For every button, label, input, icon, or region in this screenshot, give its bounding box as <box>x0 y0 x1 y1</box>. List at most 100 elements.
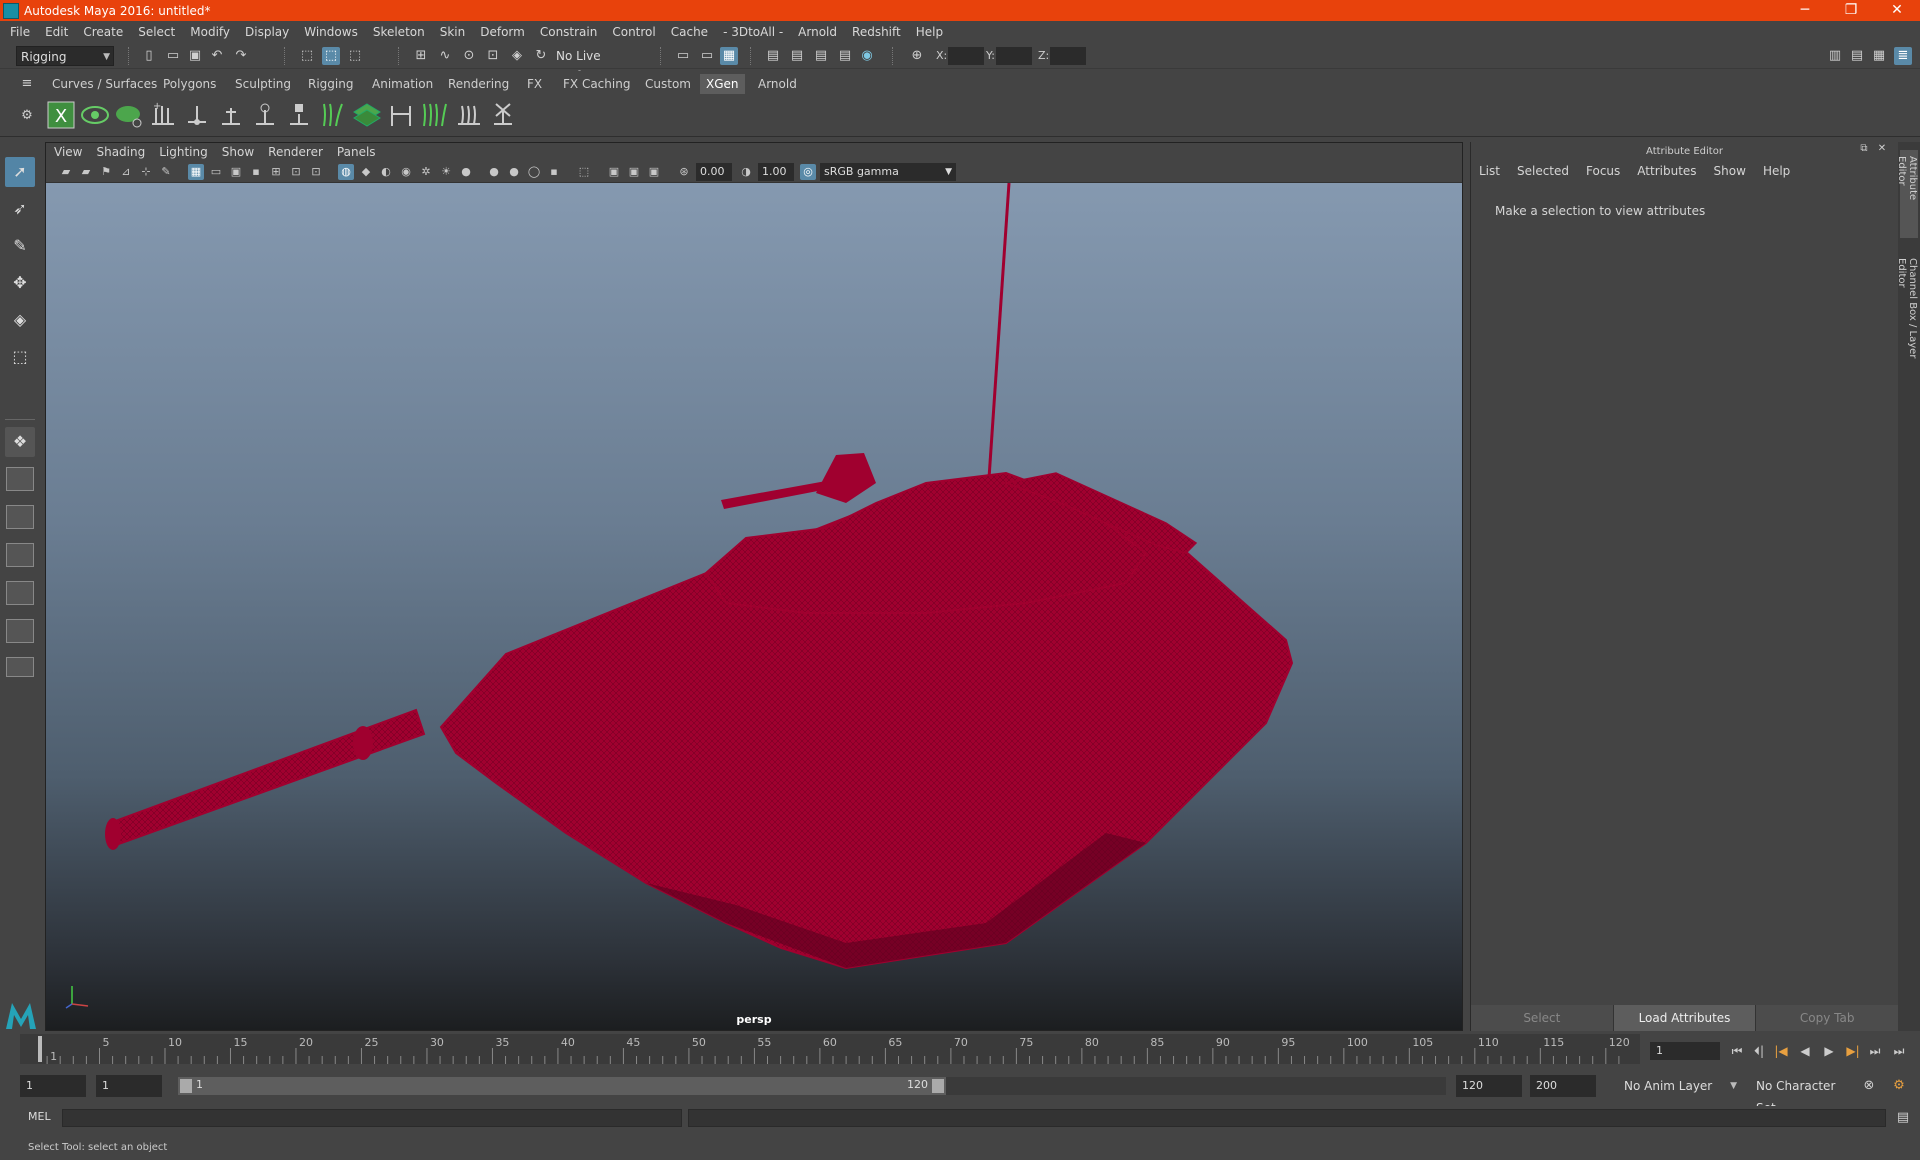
xray-components-icon[interactable]: ▣ <box>646 164 662 180</box>
xgen-comb-icon[interactable] <box>454 100 484 130</box>
menu-file[interactable]: File <box>10 25 30 39</box>
viewport-menu-shading[interactable]: Shading <box>96 145 145 159</box>
scene-end-field[interactable]: 200 <box>1530 1075 1596 1097</box>
graph-layout-icon[interactable] <box>6 581 34 605</box>
attribute-editor-toggle-icon[interactable]: ▤ <box>1848 47 1866 65</box>
menu-constrain[interactable]: Constrain <box>540 25 598 39</box>
move-tool-icon[interactable]: ✥ <box>5 268 35 298</box>
input-ops-icon[interactable]: ▭ <box>674 47 692 65</box>
menu-control[interactable]: Control <box>612 25 655 39</box>
shelf-menu-icon[interactable]: ≡ <box>18 75 36 93</box>
xgen-lock-guides-icon[interactable] <box>284 100 314 130</box>
tab-sculpting[interactable]: Sculpting <box>229 74 297 94</box>
xgen-delete-guides-icon[interactable] <box>488 100 518 130</box>
scene-start-field[interactable]: 1 <box>20 1075 86 1097</box>
rotate-tool-icon[interactable]: ◈ <box>5 305 35 335</box>
two-d-pan-icon[interactable]: ⊹ <box>138 164 154 180</box>
live-surface-field[interactable]: No Live Surface <box>552 46 644 83</box>
ae-menu-list[interactable]: List <box>1479 164 1500 178</box>
menu-skeleton[interactable]: Skeleton <box>373 25 425 39</box>
xgen-create-description-icon[interactable] <box>114 100 144 130</box>
menu-set-dropdown[interactable]: Rigging ▼ <box>16 46 114 66</box>
current-time-marker[interactable] <box>38 1036 42 1062</box>
menu-arnold[interactable]: Arnold <box>798 25 837 39</box>
ae-menu-focus[interactable]: Focus <box>1586 164 1620 178</box>
tab-fx-caching[interactable]: FX Caching <box>557 74 636 94</box>
xgen-sculpt-guides-icon[interactable] <box>216 100 246 130</box>
scale-tool-icon[interactable]: ⬚ <box>5 342 35 372</box>
color-management-icon[interactable]: ◎ <box>800 164 816 180</box>
tab-rigging[interactable]: Rigging <box>302 74 359 94</box>
menu-create[interactable]: Create <box>83 25 123 39</box>
menu-display[interactable]: Display <box>245 25 289 39</box>
snap-surface-icon[interactable]: ◈ <box>508 47 526 65</box>
field-chart-icon[interactable]: ⊞ <box>268 164 284 180</box>
color-space-dropdown[interactable]: sRGB gamma ▼ <box>820 163 956 181</box>
grease-pencil-icon[interactable]: ✎ <box>158 164 174 180</box>
ipr-render-icon[interactable]: ▤ <box>788 47 806 65</box>
menu-modify[interactable]: Modify <box>190 25 230 39</box>
xgen-preview-icon[interactable] <box>80 100 110 130</box>
wireframe-icon[interactable]: ◍ <box>338 164 354 180</box>
go-to-start-icon[interactable]: ⏮ <box>1728 1042 1746 1060</box>
resolution-gate-icon[interactable]: ▣ <box>228 164 244 180</box>
snap-grid-icon[interactable]: ⊞ <box>412 47 430 65</box>
viewport-menu-lighting[interactable]: Lighting <box>159 145 208 159</box>
snap-live-icon[interactable]: ↻ <box>532 47 550 65</box>
snap-point-icon[interactable]: ⊙ <box>460 47 478 65</box>
channel-box-toggle-icon[interactable]: ≣ <box>1894 47 1912 65</box>
time-slider[interactable]: 1 5 10 15 20 25 30 35 40 45 50 55 60 65 70 75 80 85 90 95 10… <box>20 1034 1640 1064</box>
menu-skin[interactable]: Skin <box>440 25 466 39</box>
select-tool-icon[interactable]: ➚ <box>5 157 35 187</box>
close-button[interactable]: ✕ <box>1874 0 1920 21</box>
grid-icon[interactable]: ▦ <box>188 164 204 180</box>
lasso-tool-icon[interactable]: ➶ <box>5 194 35 224</box>
modeling-toolkit-icon[interactable]: ▥ <box>1826 47 1844 65</box>
tab-custom[interactable]: Custom <box>639 74 697 94</box>
exposure-field[interactable]: 0.00 <box>696 163 732 181</box>
anim-layer-dropdown[interactable]: No Anim Layer ▼ <box>1620 1075 1740 1097</box>
save-scene-icon[interactable]: ▣ <box>186 47 204 65</box>
viewport-menu-show[interactable]: Show <box>222 145 254 159</box>
gamma-field[interactable]: 1.00 <box>758 163 794 181</box>
menu-windows[interactable]: Windows <box>304 25 358 39</box>
z-field[interactable] <box>1050 47 1086 65</box>
maximize-button[interactable]: ❐ <box>1828 0 1874 21</box>
select-hierarchy-icon[interactable]: ⬚ <box>298 47 316 65</box>
construction-history-icon[interactable]: ▦ <box>720 47 738 65</box>
select-object-icon[interactable]: ⬚ <box>322 47 340 65</box>
anti-aliasing-icon[interactable]: ● <box>506 164 522 180</box>
tab-rendering[interactable]: Rendering <box>442 74 515 94</box>
script-editor-icon[interactable]: ▤ <box>1894 1109 1912 1127</box>
tool-settings-toggle-icon[interactable]: ▦ <box>1870 47 1888 65</box>
render-view-icon[interactable]: ◉ <box>858 47 876 65</box>
xgen-density-map-icon[interactable] <box>352 100 382 130</box>
play-backwards-icon[interactable]: ◀ <box>1796 1042 1814 1060</box>
playback-start-field[interactable]: 1 <box>96 1075 162 1097</box>
single-perspective-layout-icon[interactable]: ❖ <box>5 427 35 457</box>
tab-polygons[interactable]: Polygons <box>157 74 222 94</box>
command-input[interactable] <box>62 1109 682 1127</box>
gamma-icon[interactable]: ◑ <box>738 164 754 180</box>
tab-fx[interactable]: FX <box>521 74 548 94</box>
open-scene-icon[interactable]: ▭ <box>164 47 182 65</box>
xray-joints-icon[interactable]: ▣ <box>626 164 642 180</box>
attribute-editor-side-tab[interactable]: Attribute Editor <box>1896 150 1918 238</box>
xgen-guide-to-curves-icon[interactable] <box>318 100 348 130</box>
textured-icon[interactable]: ◉ <box>398 164 414 180</box>
menu-select[interactable]: Select <box>138 25 175 39</box>
perspective-scene[interactable]: persp <box>46 183 1462 1030</box>
character-set-dropdown[interactable]: No Character Set <box>1752 1075 1852 1115</box>
isolate-select-icon[interactable]: ⬚ <box>576 164 592 180</box>
tab-curves-surfaces[interactable]: Curves / Surfaces <box>46 74 163 94</box>
menu-3dtoall[interactable]: - 3DtoAll - <box>723 25 783 39</box>
menu-redshift[interactable]: Redshift <box>852 25 901 39</box>
film-gate-icon[interactable]: ▭ <box>208 164 224 180</box>
step-forward-frame-icon[interactable]: ▶| <box>1844 1042 1862 1060</box>
mel-language-toggle[interactable]: MEL <box>28 1110 51 1123</box>
menu-help[interactable]: Help <box>916 25 943 39</box>
menu-deform[interactable]: Deform <box>480 25 525 39</box>
menu-cache[interactable]: Cache <box>671 25 708 39</box>
menu-edit[interactable]: Edit <box>45 25 68 39</box>
step-back-frame-icon[interactable]: |◀ <box>1772 1042 1790 1060</box>
